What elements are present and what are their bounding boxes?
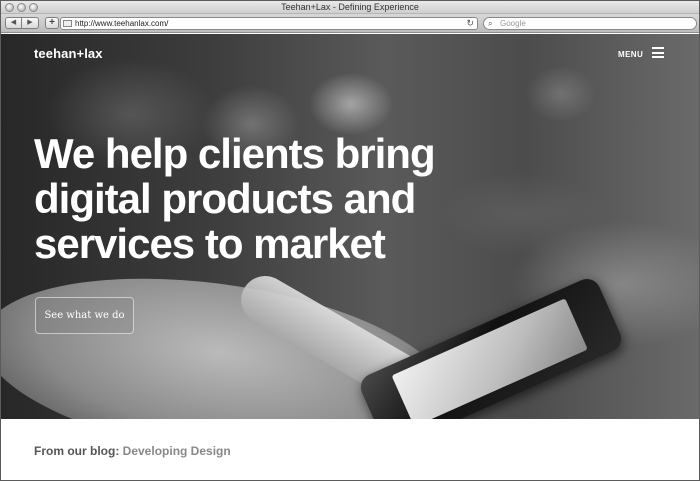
see-what-we-do-button[interactable]: See what we do: [35, 297, 134, 334]
search-icon: ⌕: [488, 19, 493, 28]
address-bar[interactable]: http://www.teehanlax.com/ ↻: [60, 17, 478, 30]
menu-label[interactable]: MENU: [618, 50, 643, 59]
back-icon: ◀: [10, 19, 17, 26]
title-bar: Teehan+Lax - Defining Experience: [1, 1, 699, 14]
url-text[interactable]: http://www.teehanlax.com/: [75, 18, 168, 29]
back-button[interactable]: ◀: [5, 17, 22, 29]
phone-screen: [391, 298, 588, 419]
forward-icon: ▶: [27, 19, 33, 26]
forward-button[interactable]: ▶: [22, 17, 39, 29]
browser-window: Teehan+Lax - Defining Experience ◀ ▶ + h…: [0, 0, 700, 481]
window-title: Teehan+Lax - Defining Experience: [281, 2, 419, 12]
reload-icon[interactable]: ↻: [466, 18, 474, 29]
blog-strip: From our blog: Developing Design: [1, 419, 699, 480]
nav-buttons: ◀ ▶: [5, 17, 39, 29]
hamburger-menu-icon[interactable]: [652, 47, 664, 58]
blog-post-link[interactable]: Developing Design: [123, 444, 231, 458]
plus-icon: +: [49, 17, 55, 28]
favicon-icon: [63, 20, 72, 27]
hero-section: teehan+lax MENU We help clients bring di…: [1, 34, 699, 419]
blog-teaser: From our blog: Developing Design: [34, 444, 231, 458]
search-placeholder[interactable]: Google: [500, 18, 526, 29]
search-field[interactable]: ⌕ Google: [483, 17, 697, 30]
browser-toolbar: ◀ ▶ + http://www.teehanlax.com/ ↻ ⌕ Goog…: [1, 14, 699, 33]
hero-headline: We help clients bring digital products a…: [34, 130, 436, 267]
add-bookmark-button[interactable]: +: [45, 17, 59, 29]
blog-prefix: From our blog:: [34, 444, 120, 458]
site-logo[interactable]: teehan+lax: [34, 46, 103, 61]
